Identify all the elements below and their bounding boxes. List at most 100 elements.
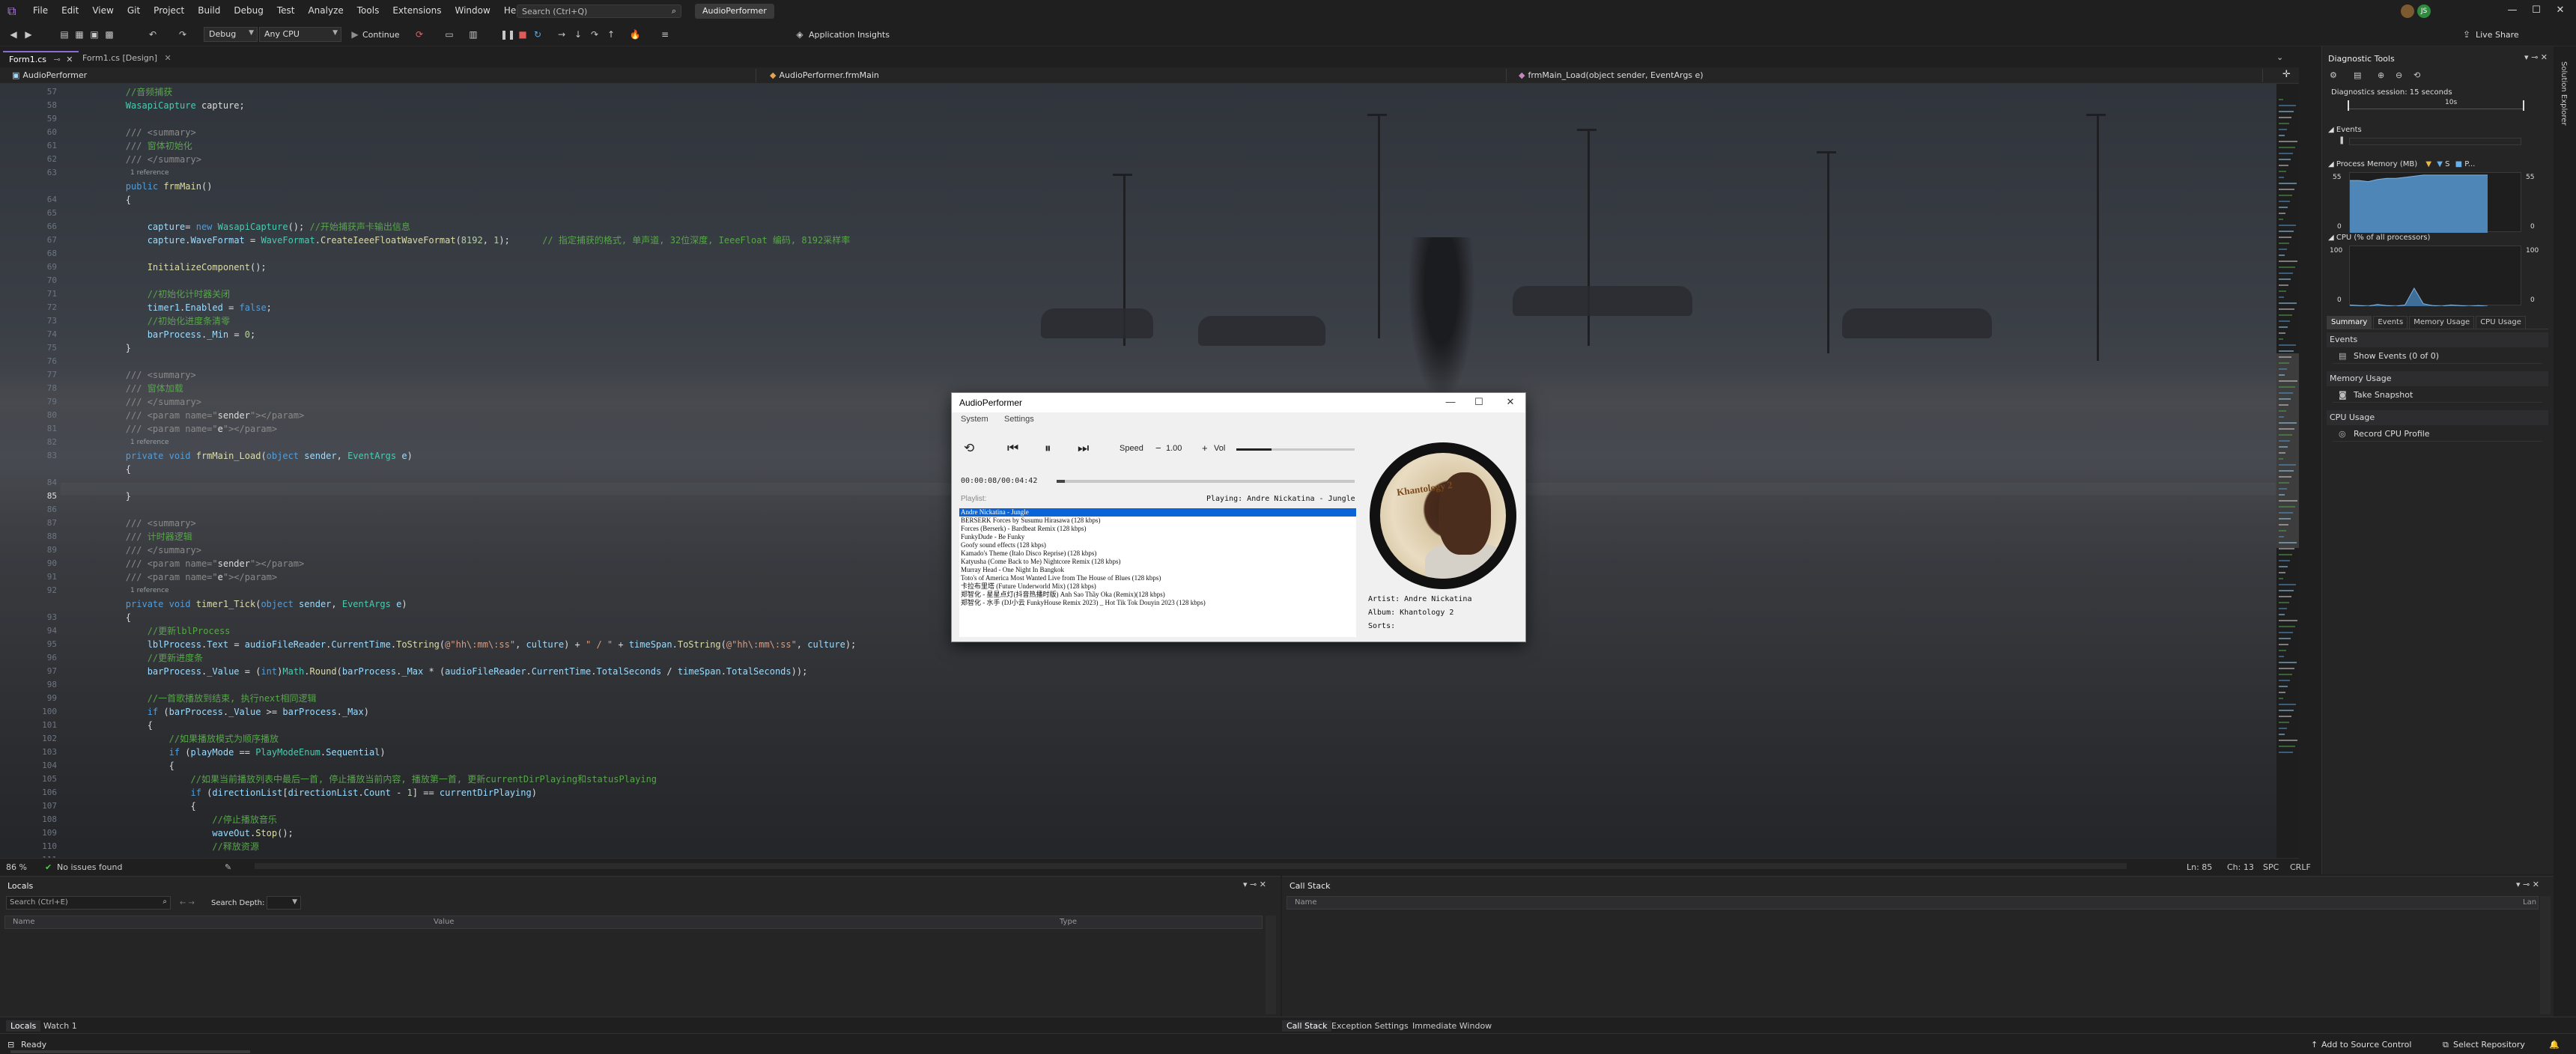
timeline-end-marker[interactable] bbox=[2523, 100, 2524, 111]
playlist-item[interactable]: BERSERK Forces by Susumu Hirasawa (128 k… bbox=[959, 517, 1356, 525]
column-name[interactable]: Name bbox=[13, 918, 35, 926]
tab-form1-cs[interactable]: Form1.cs ⊸ ✕ bbox=[3, 51, 79, 66]
code-line[interactable] bbox=[82, 355, 2254, 368]
cpu-chart[interactable] bbox=[2349, 246, 2521, 307]
search-input[interactable]: Search (Ctrl+Q) ⌕ bbox=[517, 4, 681, 18]
member-dropdown[interactable]: ◆ frmMain_Load(object sender, EventArgs e… bbox=[1514, 69, 2263, 82]
zoom-level[interactable]: 86 % bbox=[6, 862, 27, 872]
column-value[interactable]: Value bbox=[434, 918, 454, 926]
project-dropdown[interactable]: ▣ AudioPerformer bbox=[7, 69, 756, 82]
take-snapshot-button[interactable]: ◙ Take Snapshot bbox=[2333, 388, 2542, 403]
code-line[interactable]: /// 窗体初始化 bbox=[82, 139, 2254, 153]
nav-arrows-icon[interactable]: ← → bbox=[180, 899, 195, 907]
horizontal-scrollbar[interactable] bbox=[255, 863, 2127, 869]
code-line[interactable]: /// <summary> bbox=[82, 368, 2254, 382]
app-insights-button[interactable]: Application Insights bbox=[809, 30, 890, 40]
playlist-item[interactable]: 卡拉布里塔 (Future Underworld Mix) (128 kbps) bbox=[959, 582, 1356, 591]
tab-form1-design[interactable]: Form1.cs [Design] ✕ bbox=[76, 51, 177, 66]
tab-immediate-window[interactable]: Immediate Window bbox=[1408, 1020, 1496, 1032]
menu-build[interactable]: Build bbox=[198, 5, 220, 16]
step-out-icon[interactable]: ↑ bbox=[605, 28, 617, 40]
code-line[interactable]: //一首歌播放到结束, 执行next相同逻辑 bbox=[82, 692, 2254, 705]
undo-icon[interactable]: ↶ bbox=[147, 28, 159, 40]
step-into-icon[interactable]: ↓ bbox=[572, 28, 584, 40]
split-editor-icon[interactable]: ✛ bbox=[2282, 69, 2291, 80]
repeat-mode-icon[interactable]: ⟲ bbox=[964, 441, 974, 456]
notifications-icon[interactable]: 🔔 bbox=[2549, 1040, 2560, 1050]
playlist-item[interactable]: Goofy sound effects (128 kbps) bbox=[959, 541, 1356, 549]
tab-exception-settings[interactable]: Exception Settings bbox=[1327, 1020, 1413, 1032]
settings-gear-icon[interactable]: ⚙ bbox=[2330, 70, 2337, 80]
close-icon[interactable]: ✕ bbox=[2549, 4, 2572, 16]
restart-debug-icon[interactable]: ↻ bbox=[532, 28, 544, 40]
menu-extensions[interactable]: Extensions bbox=[392, 5, 441, 16]
close-icon[interactable]: ✕ bbox=[165, 53, 171, 63]
code-line[interactable]: //初始化计时器关闭 bbox=[82, 287, 2254, 301]
redo-icon[interactable]: ↷ bbox=[177, 28, 189, 40]
reset-view-icon[interactable]: ⟲ bbox=[2414, 70, 2420, 80]
code-line[interactable]: if (barProcess._Value >= barProcess._Max… bbox=[82, 705, 2254, 719]
platform-select[interactable]: Any CPU ▼ bbox=[259, 27, 341, 42]
record-cpu-button[interactable]: ◎ Record CPU Profile bbox=[2333, 427, 2542, 442]
tab-call-stack[interactable]: Call Stack bbox=[1282, 1020, 1332, 1032]
solution-explorer-tab[interactable]: Solution Explorer bbox=[2560, 61, 2568, 126]
pause-icon[interactable]: ⏸ bbox=[1045, 441, 1051, 456]
configuration-select[interactable]: Debug ▼ bbox=[204, 27, 258, 42]
panel-controls[interactable]: ▾ ⊸ ✕ bbox=[1243, 880, 1266, 889]
tab-summary[interactable]: Summary bbox=[2327, 316, 2372, 329]
playlist-item[interactable]: Andre Nickatina - Jungle bbox=[959, 508, 1356, 517]
diagnostic-icon[interactable]: ▥ bbox=[467, 28, 479, 40]
continue-icon[interactable]: ▶ bbox=[349, 28, 361, 40]
playlist-item[interactable]: 郑智化 - 水手 (DJ小云 FunkyHouse Remix 2023) _ … bbox=[959, 599, 1356, 607]
code-line[interactable]: capture.WaveFormat = WaveFormat.CreateIe… bbox=[82, 234, 2254, 247]
code-line[interactable]: if (directionList[directionList.Count - … bbox=[82, 786, 2254, 799]
save-icon[interactable]: ▣ bbox=[88, 28, 100, 40]
git-changes-icon[interactable]: ✎ bbox=[225, 862, 231, 872]
panel-controls[interactable]: ▾ ⊸ ✕ bbox=[2516, 880, 2539, 889]
timeline-ruler[interactable]: 10s bbox=[2348, 99, 2524, 111]
pin-icon[interactable]: ⊸ bbox=[53, 55, 60, 64]
next-track-icon[interactable]: ⏭ bbox=[1078, 441, 1089, 456]
issues-status[interactable]: No issues found bbox=[57, 862, 122, 872]
minimize-icon[interactable]: — bbox=[2501, 4, 2524, 16]
column-type[interactable]: Type bbox=[1060, 918, 1077, 926]
menu-system[interactable]: System bbox=[961, 415, 988, 424]
code-lens-references[interactable]: 1 reference bbox=[82, 166, 2254, 180]
forward-icon[interactable]: ▶ bbox=[22, 28, 34, 40]
visual-studio-logo-icon[interactable]: ⧉ bbox=[7, 4, 21, 18]
code-line[interactable]: barProcess._Min = 0; bbox=[82, 328, 2254, 341]
app-insights-icon[interactable]: ◈ bbox=[794, 28, 806, 40]
menu-settings[interactable]: Settings bbox=[1004, 415, 1034, 424]
playlist-item[interactable]: 郑智化 - 星星点灯(抖音热播时版) Anh Sao Thầy Oka (Rem… bbox=[959, 591, 1356, 599]
code-line[interactable]: /// <summary> bbox=[82, 126, 2254, 139]
minimap[interactable] bbox=[2276, 84, 2299, 858]
menu-git[interactable]: Git bbox=[127, 5, 140, 16]
code-line[interactable]: timer1.Enabled = false; bbox=[82, 301, 2254, 314]
menu-debug[interactable]: Debug bbox=[234, 5, 263, 16]
column-language[interactable]: Lan bbox=[2523, 898, 2536, 907]
menu-view[interactable]: View bbox=[92, 5, 113, 16]
stop-icon[interactable]: ■ bbox=[517, 28, 529, 40]
previous-track-icon[interactable]: ⏮ bbox=[1007, 441, 1018, 456]
playlist[interactable]: Andre Nickatina - Jungle BERSERK Forces b… bbox=[959, 508, 1356, 637]
continue-button[interactable]: Continue bbox=[362, 30, 399, 40]
code-line[interactable] bbox=[82, 207, 2254, 220]
speed-increase-button[interactable]: + bbox=[1202, 442, 1208, 454]
code-line[interactable]: barProcess._Value = (int)Math.Round(barP… bbox=[82, 665, 2254, 678]
code-line[interactable]: //停止播放音乐 bbox=[82, 813, 2254, 826]
zoom-out-icon[interactable]: ⊖ bbox=[2396, 70, 2402, 80]
code-line[interactable]: } bbox=[82, 341, 2254, 355]
code-line[interactable]: //如果播放模式为顺序播放 bbox=[82, 732, 2254, 746]
code-line[interactable] bbox=[82, 678, 2254, 692]
progress-slider[interactable] bbox=[1057, 480, 1355, 483]
vertical-scrollbar[interactable] bbox=[2540, 896, 2551, 1014]
new-file-icon[interactable]: ▤ bbox=[58, 28, 70, 40]
close-icon[interactable]: ✕ bbox=[66, 55, 73, 64]
select-repository[interactable]: Select Repository bbox=[2453, 1040, 2525, 1050]
code-line[interactable]: public frmMain() bbox=[82, 180, 2254, 193]
add-to-source-control[interactable]: Add to Source Control bbox=[2321, 1040, 2411, 1050]
code-line[interactable] bbox=[82, 247, 2254, 261]
menu-file[interactable]: File bbox=[33, 5, 48, 16]
account-avatar[interactable] bbox=[2401, 4, 2414, 18]
menu-tools[interactable]: Tools bbox=[357, 5, 380, 16]
